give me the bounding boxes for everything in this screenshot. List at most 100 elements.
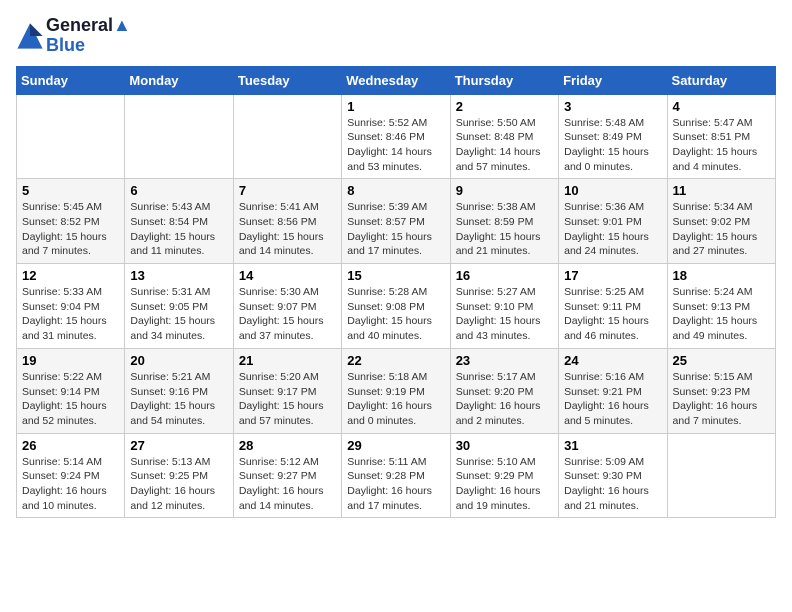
day-number: 29	[347, 438, 444, 453]
calendar-cell: 4 Sunrise: 5:47 AM Sunset: 8:51 PM Daylig…	[667, 94, 775, 179]
day-number: 15	[347, 268, 444, 283]
calendar-cell: 13 Sunrise: 5:31 AM Sunset: 9:05 PM Dayli…	[125, 264, 233, 349]
calendar-cell: 25 Sunrise: 5:15 AM Sunset: 9:23 PM Dayli…	[667, 348, 775, 433]
day-number: 14	[239, 268, 336, 283]
calendar-cell: 17 Sunrise: 5:25 AM Sunset: 9:11 PM Dayli…	[559, 264, 667, 349]
calendar-cell	[125, 94, 233, 179]
day-info: Sunrise: 5:13 AM Sunset: 9:25 PM Dayligh…	[130, 455, 227, 514]
day-info: Sunrise: 5:41 AM Sunset: 8:56 PM Dayligh…	[239, 200, 336, 259]
day-info: Sunrise: 5:18 AM Sunset: 9:19 PM Dayligh…	[347, 370, 444, 429]
calendar-cell	[17, 94, 125, 179]
calendar-cell: 20Sunrise: 5:21 AM Sunset: 9:16 PM Dayli…	[125, 348, 233, 433]
calendar-cell: 24Sunrise: 5:16 AM Sunset: 9:21 PM Dayli…	[559, 348, 667, 433]
logo: General▲Blue	[16, 16, 131, 56]
day-number: 22	[347, 353, 444, 368]
calendar-cell: 15 Sunrise: 5:28 AM Sunset: 9:08 PM Dayli…	[342, 264, 450, 349]
day-info: Sunrise: 5:34 AM Sunset: 9:02 PM Dayligh…	[673, 200, 770, 259]
calendar-cell: 28 Sunrise: 5:12 AM Sunset: 9:27 PM Dayli…	[233, 433, 341, 518]
calendar-cell	[667, 433, 775, 518]
day-number: 16	[456, 268, 553, 283]
calendar-cell: 29 Sunrise: 5:11 AM Sunset: 9:28 PM Dayli…	[342, 433, 450, 518]
column-header-wednesday: Wednesday	[342, 66, 450, 94]
day-info: Sunrise: 5:38 AM Sunset: 8:59 PM Dayligh…	[456, 200, 553, 259]
day-info: Sunrise: 5:33 AM Sunset: 9:04 PM Dayligh…	[22, 285, 119, 344]
day-info: Sunrise: 5:17 AM Sunset: 9:20 PM Dayligh…	[456, 370, 553, 429]
calendar-cell: 30 Sunrise: 5:10 AM Sunset: 9:29 PM Dayli…	[450, 433, 558, 518]
day-info: Sunrise: 5:09 AM Sunset: 9:30 PM Dayligh…	[564, 455, 661, 514]
calendar-cell: 5Sunrise: 5:45 AM Sunset: 8:52 PM Daylig…	[17, 179, 125, 264]
calendar-cell: 26 Sunrise: 5:14 AM Sunset: 9:24 PM Dayli…	[17, 433, 125, 518]
day-info: Sunrise: 5:52 AM Sunset: 8:46 PM Dayligh…	[347, 116, 444, 175]
calendar-cell: 9Sunrise: 5:38 AM Sunset: 8:59 PM Daylig…	[450, 179, 558, 264]
day-number: 25	[673, 353, 770, 368]
calendar-cell: 23 Sunrise: 5:17 AM Sunset: 9:20 PM Dayli…	[450, 348, 558, 433]
day-info: Sunrise: 5:15 AM Sunset: 9:23 PM Dayligh…	[673, 370, 770, 429]
day-number: 3	[564, 99, 661, 114]
day-number: 21	[239, 353, 336, 368]
calendar-cell: 21 Sunrise: 5:20 AM Sunset: 9:17 PM Dayli…	[233, 348, 341, 433]
calendar-cell: 6 Sunrise: 5:43 AM Sunset: 8:54 PM Daylig…	[125, 179, 233, 264]
day-number: 23	[456, 353, 553, 368]
column-header-thursday: Thursday	[450, 66, 558, 94]
day-info: Sunrise: 5:27 AM Sunset: 9:10 PM Dayligh…	[456, 285, 553, 344]
day-info: Sunrise: 5:43 AM Sunset: 8:54 PM Dayligh…	[130, 200, 227, 259]
day-info: Sunrise: 5:11 AM Sunset: 9:28 PM Dayligh…	[347, 455, 444, 514]
calendar-week-1: 1 Sunrise: 5:52 AM Sunset: 8:46 PM Daylig…	[17, 94, 776, 179]
day-number: 30	[456, 438, 553, 453]
calendar-cell: 1 Sunrise: 5:52 AM Sunset: 8:46 PM Daylig…	[342, 94, 450, 179]
day-number: 6	[130, 183, 227, 198]
day-number: 24	[564, 353, 661, 368]
calendar-cell: 8Sunrise: 5:39 AM Sunset: 8:57 PM Daylig…	[342, 179, 450, 264]
column-header-saturday: Saturday	[667, 66, 775, 94]
calendar-cell: 22 Sunrise: 5:18 AM Sunset: 9:19 PM Dayli…	[342, 348, 450, 433]
calendar-cell: 31 Sunrise: 5:09 AM Sunset: 9:30 PM Dayli…	[559, 433, 667, 518]
day-number: 4	[673, 99, 770, 114]
calendar-table: SundayMondayTuesdayWednesdayThursdayFrid…	[16, 66, 776, 519]
day-info: Sunrise: 5:14 AM Sunset: 9:24 PM Dayligh…	[22, 455, 119, 514]
logo-icon	[16, 22, 44, 50]
day-number: 8	[347, 183, 444, 198]
day-number: 13	[130, 268, 227, 283]
calendar-cell: 2 Sunrise: 5:50 AM Sunset: 8:48 PM Daylig…	[450, 94, 558, 179]
calendar-cell	[233, 94, 341, 179]
day-number: 5	[22, 183, 119, 198]
day-number: 27	[130, 438, 227, 453]
calendar-cell: 12 Sunrise: 5:33 AM Sunset: 9:04 PM Dayli…	[17, 264, 125, 349]
day-info: Sunrise: 5:28 AM Sunset: 9:08 PM Dayligh…	[347, 285, 444, 344]
calendar-cell: 27 Sunrise: 5:13 AM Sunset: 9:25 PM Dayli…	[125, 433, 233, 518]
day-info: Sunrise: 5:21 AM Sunset: 9:16 PM Dayligh…	[130, 370, 227, 429]
day-info: Sunrise: 5:10 AM Sunset: 9:29 PM Dayligh…	[456, 455, 553, 514]
calendar-week-3: 12 Sunrise: 5:33 AM Sunset: 9:04 PM Dayli…	[17, 264, 776, 349]
day-info: Sunrise: 5:22 AM Sunset: 9:14 PM Dayligh…	[22, 370, 119, 429]
day-info: Sunrise: 5:48 AM Sunset: 8:49 PM Dayligh…	[564, 116, 661, 175]
column-header-sunday: Sunday	[17, 66, 125, 94]
day-number: 10	[564, 183, 661, 198]
day-info: Sunrise: 5:31 AM Sunset: 9:05 PM Dayligh…	[130, 285, 227, 344]
day-number: 12	[22, 268, 119, 283]
logo-text: General▲Blue	[46, 16, 131, 56]
day-number: 18	[673, 268, 770, 283]
day-info: Sunrise: 5:20 AM Sunset: 9:17 PM Dayligh…	[239, 370, 336, 429]
day-number: 31	[564, 438, 661, 453]
calendar-cell: 7 Sunrise: 5:41 AM Sunset: 8:56 PM Daylig…	[233, 179, 341, 264]
day-number: 17	[564, 268, 661, 283]
page-header: General▲Blue	[16, 16, 776, 56]
day-info: Sunrise: 5:30 AM Sunset: 9:07 PM Dayligh…	[239, 285, 336, 344]
day-info: Sunrise: 5:47 AM Sunset: 8:51 PM Dayligh…	[673, 116, 770, 175]
day-info: Sunrise: 5:25 AM Sunset: 9:11 PM Dayligh…	[564, 285, 661, 344]
calendar-week-2: 5Sunrise: 5:45 AM Sunset: 8:52 PM Daylig…	[17, 179, 776, 264]
day-number: 26	[22, 438, 119, 453]
day-info: Sunrise: 5:12 AM Sunset: 9:27 PM Dayligh…	[239, 455, 336, 514]
calendar-cell: 14 Sunrise: 5:30 AM Sunset: 9:07 PM Dayli…	[233, 264, 341, 349]
column-header-tuesday: Tuesday	[233, 66, 341, 94]
day-number: 28	[239, 438, 336, 453]
calendar-cell: 19Sunrise: 5:22 AM Sunset: 9:14 PM Dayli…	[17, 348, 125, 433]
calendar-cell: 3 Sunrise: 5:48 AM Sunset: 8:49 PM Daylig…	[559, 94, 667, 179]
day-number: 2	[456, 99, 553, 114]
day-number: 1	[347, 99, 444, 114]
calendar-cell: 11Sunrise: 5:34 AM Sunset: 9:02 PM Dayli…	[667, 179, 775, 264]
day-number: 7	[239, 183, 336, 198]
calendar-cell: 16 Sunrise: 5:27 AM Sunset: 9:10 PM Dayli…	[450, 264, 558, 349]
day-info: Sunrise: 5:50 AM Sunset: 8:48 PM Dayligh…	[456, 116, 553, 175]
day-info: Sunrise: 5:36 AM Sunset: 9:01 PM Dayligh…	[564, 200, 661, 259]
